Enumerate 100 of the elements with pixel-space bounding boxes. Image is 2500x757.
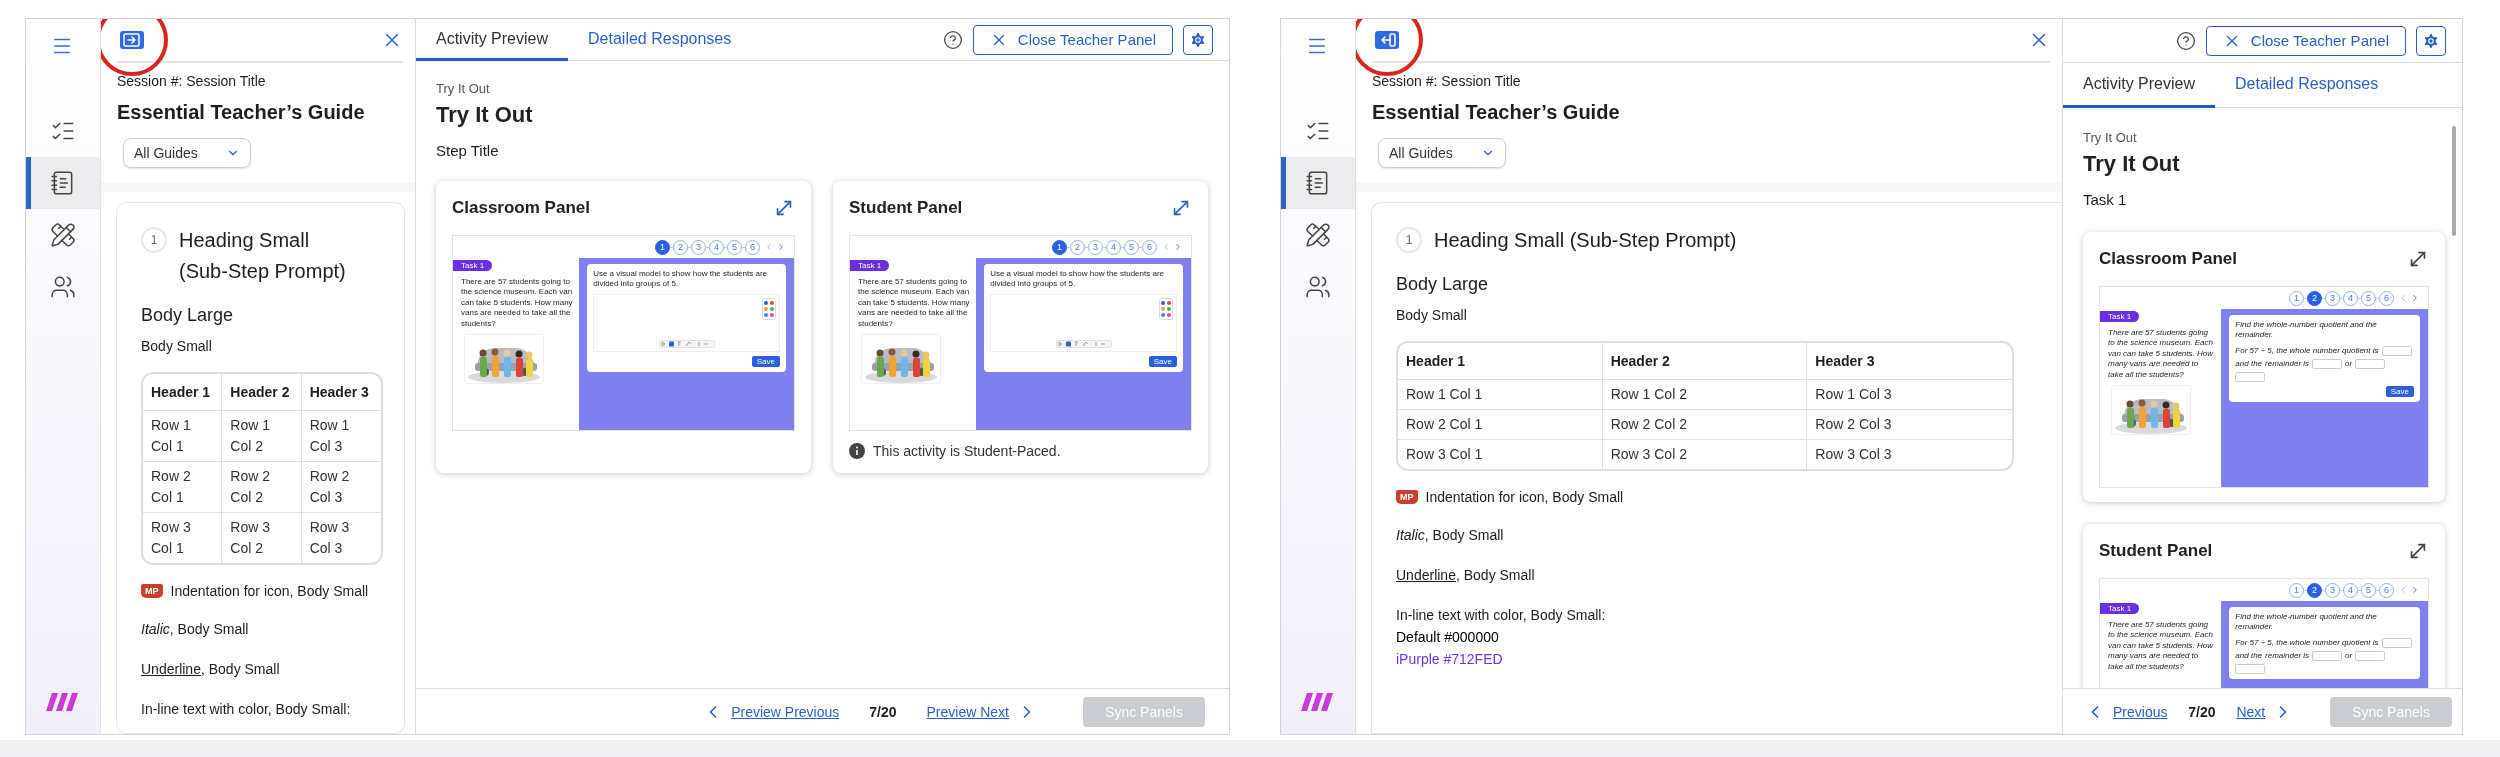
- blank-field[interactable]: [2312, 650, 2343, 661]
- step-dot[interactable]: 6: [2379, 290, 2394, 306]
- step-dot[interactable]: 4: [2343, 582, 2358, 598]
- save-button[interactable]: Save: [2385, 385, 2414, 397]
- panel-toggle-icon[interactable]: [120, 31, 144, 49]
- sidebar-item[interactable]: [26, 157, 100, 209]
- help-icon[interactable]: [942, 29, 963, 50]
- step-dot[interactable]: 4: [2343, 290, 2358, 306]
- next-link[interactable]: Preview Next: [926, 701, 1037, 722]
- chevron-left-icon[interactable]: [2398, 585, 2408, 595]
- prompt-text: Use a visual model to show how the students are divided into groups of 5.: [593, 269, 769, 290]
- step-dot[interactable]: 5: [1124, 239, 1139, 255]
- step-dot[interactable]: 6: [2379, 582, 2394, 598]
- help-icon[interactable]: [2175, 30, 2196, 51]
- table-header: Header 2: [222, 374, 302, 411]
- chevron-right-icon[interactable]: [2410, 293, 2420, 303]
- next-link[interactable]: Next: [2236, 701, 2294, 722]
- settings-button[interactable]: [1183, 24, 1213, 55]
- tab[interactable]: Activity Preview: [416, 19, 569, 61]
- tab[interactable]: Detailed Responses: [568, 19, 752, 61]
- sentence-text: and the: [2235, 651, 2263, 661]
- page-counter: 7/20: [2188, 703, 2216, 720]
- chevron-left-icon[interactable]: [1161, 242, 1171, 252]
- guide-title: Essential Teacher’s Guide: [117, 101, 366, 124]
- palette-drawing: [762, 297, 776, 320]
- settings-button[interactable]: [2416, 25, 2446, 56]
- table-cell-text: Row 3 Col 3: [308, 518, 351, 558]
- users-icon: [50, 274, 76, 300]
- sentence-text: remainder is: [2265, 359, 2310, 369]
- pencil-ruler-icon: [1305, 222, 1331, 248]
- palette-drawing: [1159, 297, 1173, 320]
- close-teacher-panel-button[interactable]: Close Teacher Panel: [2205, 25, 2406, 56]
- chevron-right-icon[interactable]: [1173, 242, 1183, 252]
- blank-field[interactable]: [2355, 650, 2386, 661]
- sidebar-item[interactable]: [1281, 157, 1355, 209]
- step-dot[interactable]: 2: [2307, 290, 2322, 306]
- guide-filter-dropdown[interactable]: All Guides: [1378, 138, 1506, 168]
- logo-icon: [1301, 692, 1335, 712]
- chevron-right-icon[interactable]: [2410, 585, 2420, 595]
- sentence-text: For 57 ÷ 5, the whole number quotient is: [2235, 638, 2379, 648]
- gear-icon: [1189, 30, 1207, 49]
- blank-field[interactable]: [2235, 663, 2266, 674]
- table-cell: Row 1 Col 3: [301, 411, 381, 462]
- blank-field[interactable]: [2381, 637, 2412, 648]
- step-dot[interactable]: 2: [673, 239, 688, 255]
- sentence-text: or: [2345, 359, 2353, 369]
- note-text: Indentation for icon, Body Small: [1425, 488, 1624, 507]
- step-heading: Heading Small (Sub-Step Prompt): [1434, 228, 1737, 253]
- panel-toggle-icon[interactable]: [1375, 31, 1399, 49]
- blank-field[interactable]: [2235, 371, 2266, 382]
- italic-note: Italic, Body Small: [1396, 526, 1504, 545]
- underline-note: Underline, Body Small: [141, 660, 280, 679]
- step-dot[interactable]: 6: [1142, 239, 1157, 255]
- step-dot[interactable]: 4: [709, 239, 724, 255]
- blank-field[interactable]: [2312, 358, 2343, 369]
- table-cell: Row 2 Col 2: [1602, 410, 1808, 440]
- blank-field[interactable]: [2355, 358, 2386, 369]
- step-dot[interactable]: 4: [1106, 239, 1121, 255]
- logo-icon: [46, 692, 80, 712]
- sentence-text: or: [2345, 651, 2353, 661]
- save-button[interactable]: Save: [751, 355, 780, 367]
- mp-badge: MP: [1396, 490, 1418, 504]
- step-dot[interactable]: 1: [655, 239, 670, 255]
- step-dot[interactable]: 2: [2307, 582, 2322, 598]
- step-dot[interactable]: 1: [1052, 239, 1067, 255]
- session-title: Session #: Session Title: [117, 73, 267, 89]
- step-dot[interactable]: 6: [745, 239, 760, 255]
- step-dot[interactable]: 3: [691, 239, 706, 255]
- step-dot[interactable]: 3: [1088, 239, 1103, 255]
- tab[interactable]: Activity Preview: [2063, 63, 2216, 108]
- step-dot[interactable]: 5: [727, 239, 742, 255]
- prompt-text: Use a visual model to show how the students are divided into groups of 5.: [990, 269, 1166, 290]
- step-dot[interactable]: 2: [1070, 239, 1085, 255]
- chevron-right-icon[interactable]: [776, 242, 786, 252]
- prompt-text: Find the whole-number quotient and the remainder.: [2235, 320, 2378, 341]
- color-note: In-line text with color, Body Small:: [1396, 606, 1606, 625]
- task-tag: Task 1: [2100, 311, 2140, 322]
- table-cell: Row 3 Col 1: [143, 513, 223, 563]
- task-tag: Task 1: [2100, 603, 2140, 614]
- scrollbar[interactable]: [2452, 126, 2456, 236]
- story-text: There are 57 students going to the science museum. Each van can take 5 students. How many vans are needed to take all the students?: [460, 277, 574, 329]
- chevron-left-icon[interactable]: [764, 242, 774, 252]
- guide-filter-dropdown[interactable]: All Guides: [123, 138, 251, 168]
- guide-title: Essential Teacher’s Guide: [1372, 101, 1621, 124]
- mp-badge: MP: [141, 584, 163, 598]
- step-dot[interactable]: 1: [2289, 290, 2304, 306]
- step-dot[interactable]: 5: [2361, 290, 2376, 306]
- previous-link[interactable]: Preview Previous: [703, 701, 840, 722]
- close-teacher-panel-button[interactable]: Close Teacher Panel: [972, 24, 1173, 55]
- step-dot[interactable]: 5: [2361, 582, 2376, 598]
- save-button[interactable]: Save: [1148, 355, 1177, 367]
- step-dot[interactable]: 1: [2289, 582, 2304, 598]
- chevron-left-icon[interactable]: [2398, 293, 2408, 303]
- step-dot[interactable]: 3: [2325, 582, 2340, 598]
- previous-link[interactable]: Previous: [2085, 701, 2168, 722]
- table-cell: Row 1 Col 1: [143, 411, 223, 462]
- table-cell: Row 2 Col 1: [1398, 410, 1603, 440]
- blank-field[interactable]: [2381, 345, 2412, 356]
- tab[interactable]: Detailed Responses: [2215, 63, 2399, 108]
- step-dot[interactable]: 3: [2325, 290, 2340, 306]
